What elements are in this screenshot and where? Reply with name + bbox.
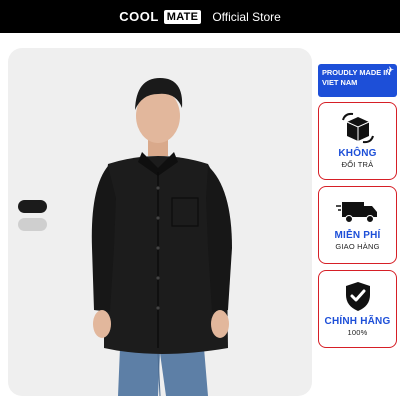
official-store-label: Official Store xyxy=(212,9,281,24)
feature-title: MIỄN PHÍ xyxy=(334,230,381,241)
color-swatches xyxy=(18,200,47,231)
badge-line2: VIET NAM xyxy=(322,77,358,87)
brand-cool-text: COOL xyxy=(119,9,159,24)
store-header: COOL MATE Official Store xyxy=(0,0,400,33)
badge-line1: PROUDLY MADE IN xyxy=(322,68,391,77)
delivery-truck-icon xyxy=(335,202,377,223)
feature-subtitle: 100% xyxy=(347,328,368,337)
feature-subtitle: GIAO HÀNG xyxy=(335,242,380,251)
airplane-icon: ✈ xyxy=(386,65,394,75)
feature-authentic: CHÍNH HÃNG 100% xyxy=(318,270,397,348)
model-wearing-shirt-image xyxy=(91,78,232,396)
feature-title: CHÍNH HÃNG xyxy=(324,316,391,327)
feature-title: KHÔNG xyxy=(338,148,377,159)
box-return-icon xyxy=(341,112,374,144)
feature-no-return: KHÔNG ĐỔI TRẢ xyxy=(318,102,397,180)
product-photo[interactable] xyxy=(8,48,312,396)
brand-mate-text: MATE xyxy=(163,9,202,24)
swatch-black[interactable] xyxy=(18,200,47,213)
feature-subtitle: ĐỔI TRẢ xyxy=(341,160,374,169)
shield-check-icon xyxy=(345,282,370,311)
made-in-vietnam-badge: ✈ PROUDLY MADE IN VIET NAM xyxy=(318,64,397,97)
swatch-grey[interactable] xyxy=(18,218,47,231)
brand-logo[interactable]: COOL MATE Official Store xyxy=(119,9,281,24)
feature-free-shipping: MIỄN PHÍ GIAO HÀNG xyxy=(318,186,397,264)
